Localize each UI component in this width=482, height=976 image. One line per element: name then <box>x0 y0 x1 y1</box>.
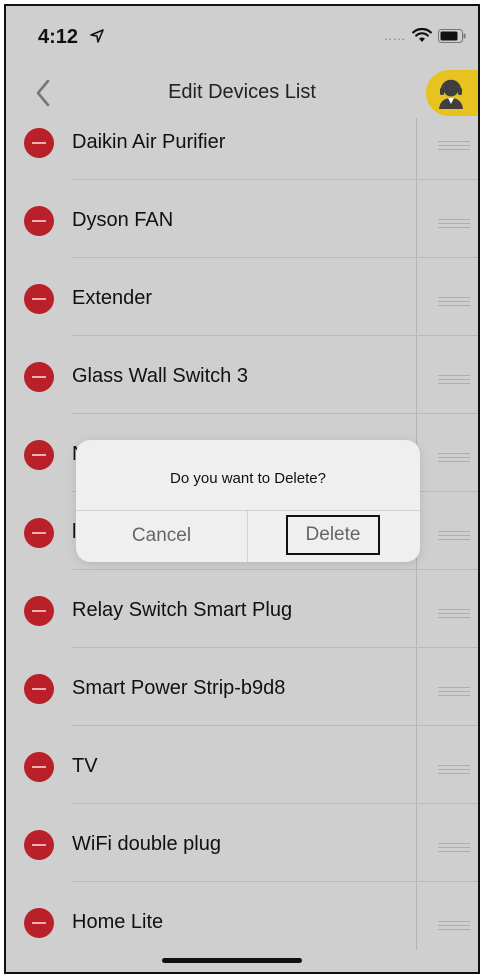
support-button[interactable] <box>426 70 478 116</box>
status-indicators: ..... <box>384 28 466 44</box>
device-name: Relay Switch Smart Plug <box>72 599 293 621</box>
delete-circle-icon[interactable] <box>24 362 54 392</box>
delete-circle-icon[interactable] <box>24 908 54 938</box>
drag-handle-icon[interactable] <box>438 687 470 696</box>
delete-button-area[interactable]: Delete <box>248 510 420 562</box>
home-indicator[interactable] <box>162 958 302 963</box>
delete-button[interactable]: Delete <box>286 515 380 555</box>
location-arrow-icon <box>90 29 104 43</box>
device-name: Extender <box>72 287 153 309</box>
drag-handle-icon[interactable] <box>438 297 470 306</box>
signal-icon: ..... <box>384 29 406 43</box>
delete-circle-icon[interactable] <box>24 284 54 314</box>
row-divider <box>72 413 478 414</box>
row-divider <box>72 725 478 726</box>
row-divider <box>72 257 478 258</box>
drag-handle-icon[interactable] <box>438 531 470 540</box>
drag-handle-icon[interactable] <box>438 219 470 228</box>
row-divider <box>72 881 478 882</box>
device-name: Daikin Air Purifier <box>72 131 226 153</box>
device-row: Home Lite <box>6 908 478 972</box>
row-divider <box>72 647 478 648</box>
device-row: Dyson FAN <box>6 206 478 284</box>
drag-handle-icon[interactable] <box>438 453 470 462</box>
delete-circle-icon[interactable] <box>24 206 54 236</box>
delete-circle-icon[interactable] <box>24 674 54 704</box>
device-name: Dyson FAN <box>72 209 174 231</box>
device-row: WiFi double plug <box>6 830 478 908</box>
device-row: Extender <box>6 284 478 362</box>
delete-circle-icon[interactable] <box>24 128 54 158</box>
device-row: Daikin Air Purifier <box>6 128 478 206</box>
status-time: 4:12 <box>38 26 79 48</box>
delete-circle-icon[interactable] <box>24 440 54 470</box>
battery-icon <box>438 29 466 43</box>
drag-handle-icon[interactable] <box>438 609 470 618</box>
status-bar: 4:12 ..... <box>6 6 478 66</box>
delete-circle-icon[interactable] <box>24 752 54 782</box>
delete-confirm-dialog: Do you want to Delete? Cancel Delete <box>76 440 420 562</box>
page-title: Edit Devices List <box>168 81 316 103</box>
delete-circle-icon[interactable] <box>24 596 54 626</box>
delete-circle-icon[interactable] <box>24 518 54 548</box>
wifi-icon <box>412 28 432 42</box>
delete-circle-icon[interactable] <box>24 830 54 860</box>
device-name: Home Lite <box>72 911 164 933</box>
device-row: TV <box>6 752 478 830</box>
device-name: TV <box>72 755 98 777</box>
drag-handle-icon[interactable] <box>438 843 470 852</box>
phone-screen: 4:12 ..... Edit Devices List Daikin Air … <box>4 4 480 974</box>
row-divider <box>72 569 478 570</box>
device-row: Relay Switch Smart Plug <box>6 596 478 674</box>
device-row: Glass Wall Switch 3 <box>6 362 478 440</box>
device-name: Glass Wall Switch 3 <box>72 365 248 387</box>
device-row: Smart Power Strip-b9d8 <box>6 674 478 752</box>
dialog-message: Do you want to Delete? <box>170 470 326 487</box>
drag-handle-icon[interactable] <box>438 921 470 930</box>
device-name: Smart Power Strip-b9d8 <box>72 677 286 699</box>
drag-handle-icon[interactable] <box>438 765 470 774</box>
customer-support-icon <box>439 79 463 109</box>
row-divider <box>72 803 478 804</box>
cancel-button[interactable]: Cancel <box>76 510 247 562</box>
navigation-bar: Edit Devices List <box>6 66 478 118</box>
device-name: WiFi double plug <box>72 833 221 855</box>
row-divider <box>72 335 478 336</box>
row-divider <box>72 179 478 180</box>
drag-handle-icon[interactable] <box>438 141 470 150</box>
drag-handle-icon[interactable] <box>438 375 470 384</box>
